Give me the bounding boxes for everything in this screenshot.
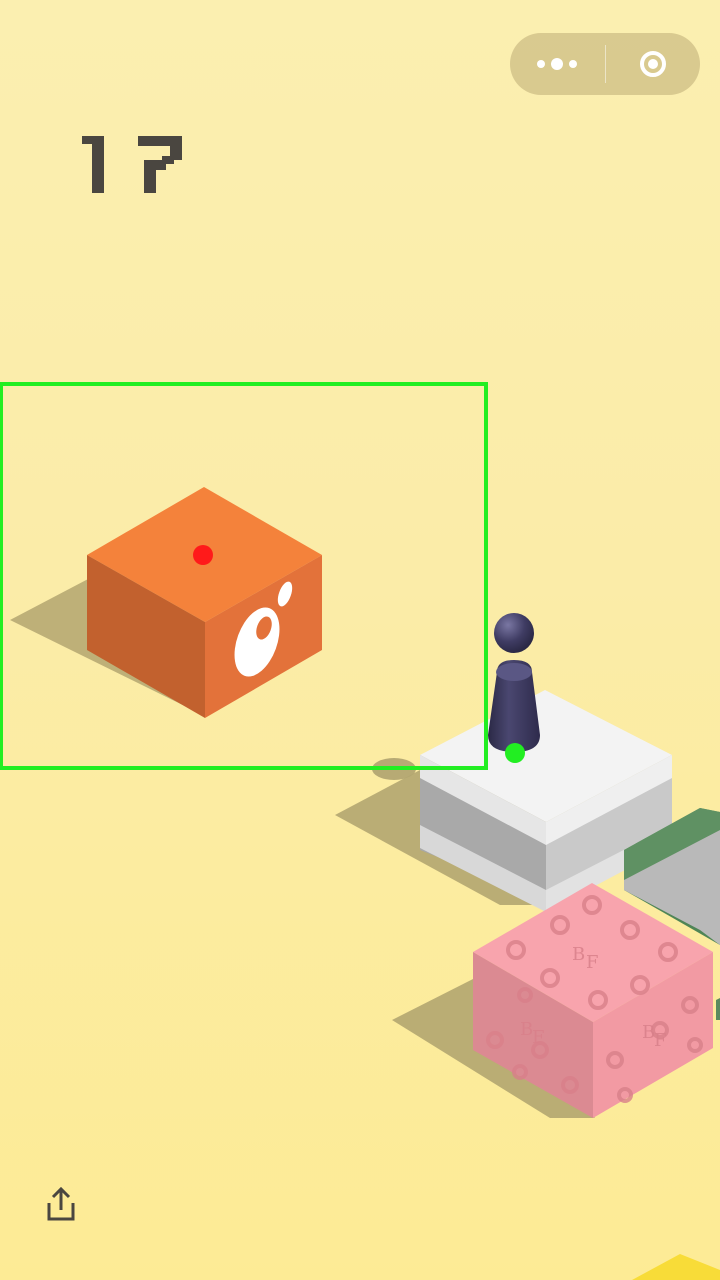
miniprogram-capsule — [510, 33, 700, 95]
player-position-marker — [505, 743, 525, 763]
pink-block-monogram-top: B — [572, 944, 585, 965]
target-circle-icon — [639, 51, 666, 77]
share-button[interactable] — [44, 1186, 78, 1224]
player-piece[interactable] — [488, 613, 540, 752]
yellow-block-edge — [632, 1254, 720, 1280]
score-digits — [82, 136, 182, 193]
pink-block-monogram-top-2: F — [586, 952, 599, 973]
close-button[interactable] — [606, 33, 701, 95]
score-display: 17 — [78, 130, 188, 200]
orange-block — [10, 487, 322, 718]
more-button[interactable] — [510, 33, 605, 95]
target-center-marker — [193, 545, 213, 565]
pink-block-monogram-left-2: F — [532, 1027, 545, 1048]
pink-block-monogram-right-2: F — [654, 1030, 667, 1051]
share-upload-icon — [47, 1186, 75, 1221]
pink-block: B F B F B F — [392, 883, 713, 1118]
more-dots-icon — [537, 58, 578, 70]
